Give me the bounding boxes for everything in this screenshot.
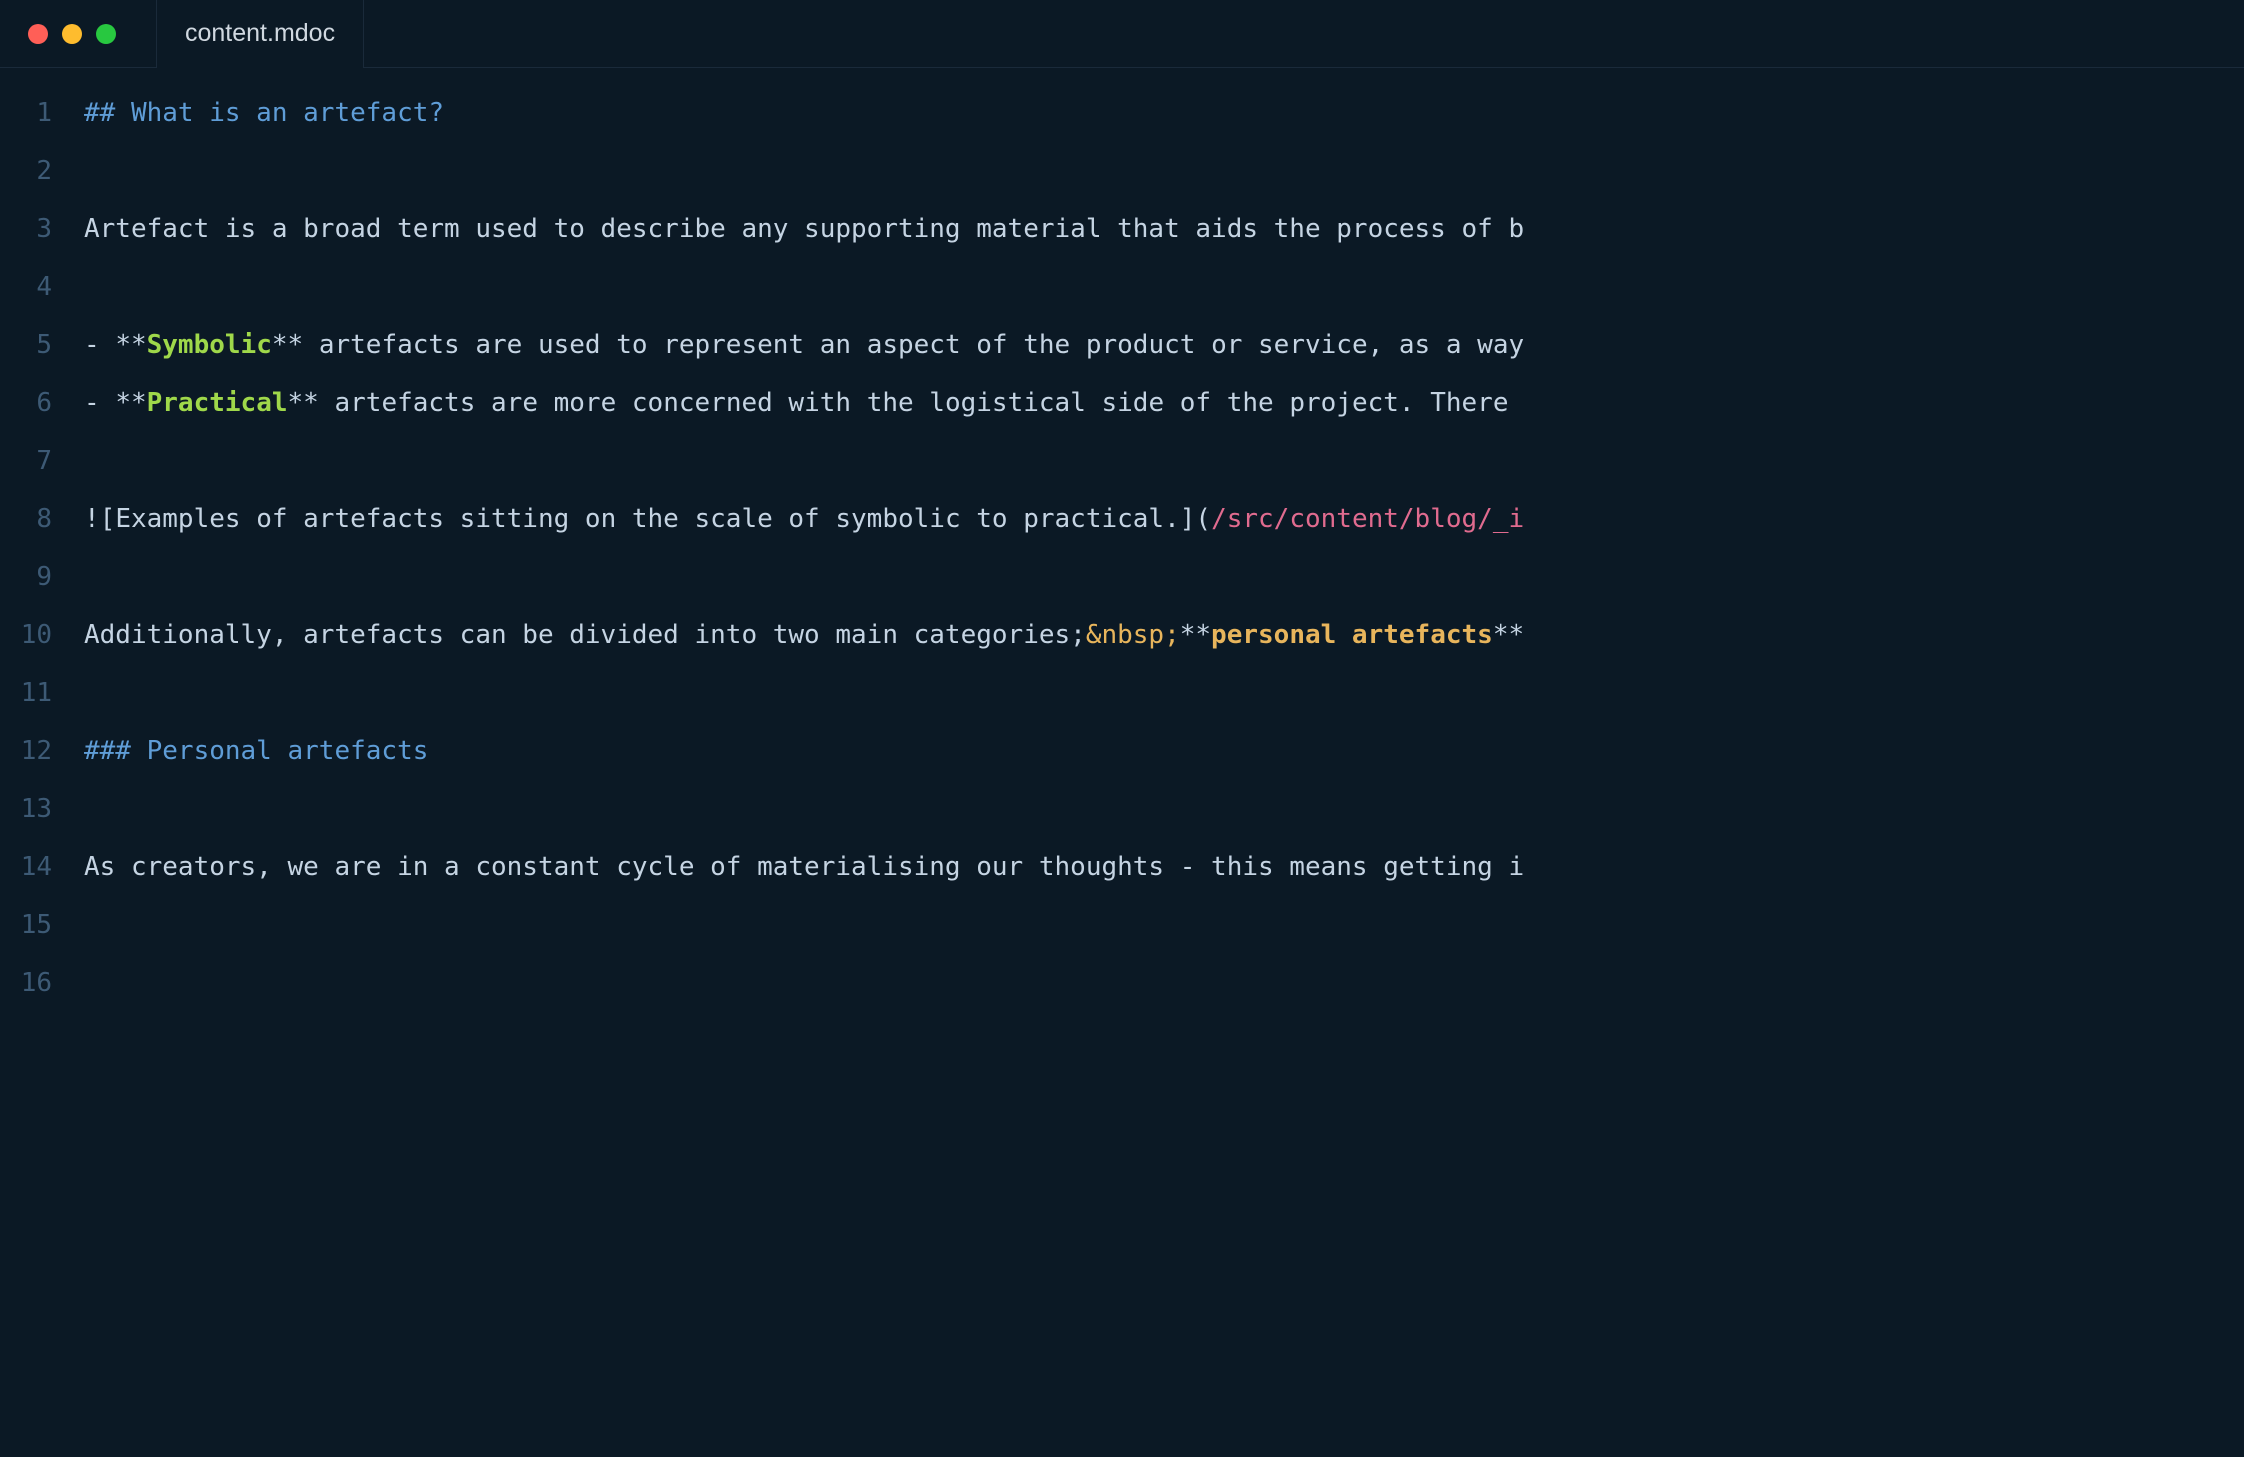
code-line[interactable]: [84, 432, 2244, 490]
code-token: -: [84, 330, 115, 360]
line-number: 10: [0, 606, 52, 664]
code-token: ](: [1180, 504, 1211, 534]
line-number: 3: [0, 200, 52, 258]
line-number-gutter: 12345678910111213141516: [0, 84, 72, 1457]
line-number: 15: [0, 896, 52, 954]
code-line[interactable]: ![Examples of artefacts sitting on the s…: [84, 490, 2244, 548]
code-token: **: [115, 388, 146, 418]
code-token: Practical: [147, 388, 288, 418]
line-number: 8: [0, 490, 52, 548]
line-number: 14: [0, 838, 52, 896]
code-token: /src/content/blog/_i: [1211, 504, 1524, 534]
code-line[interactable]: [84, 954, 2244, 1012]
code-token: **: [115, 330, 146, 360]
code-token: **: [1493, 620, 1524, 650]
window-controls: [0, 24, 116, 44]
code-line[interactable]: [84, 258, 2244, 316]
code-token: **: [272, 330, 303, 360]
code-content[interactable]: ## What is an artefact? Artefact is a br…: [72, 84, 2244, 1457]
code-line[interactable]: Additionally, artefacts can be divided i…: [84, 606, 2244, 664]
code-token: personal artefacts: [1211, 620, 1493, 650]
line-number: 13: [0, 780, 52, 838]
minimize-window-button[interactable]: [62, 24, 82, 44]
line-number: 11: [0, 664, 52, 722]
code-token: ![: [84, 504, 115, 534]
code-token: Examples of artefacts sitting on the sca…: [115, 504, 1179, 534]
code-token: Additionally, artefacts can be divided i…: [84, 620, 1086, 650]
tab-content-mdoc[interactable]: content.mdoc: [156, 0, 364, 68]
code-line[interactable]: Artefact is a broad term used to describ…: [84, 200, 2244, 258]
code-token: Symbolic: [147, 330, 272, 360]
code-token: artefacts are used to represent an aspec…: [303, 330, 1524, 360]
line-number: 2: [0, 142, 52, 200]
line-number: 1: [0, 84, 52, 142]
maximize-window-button[interactable]: [96, 24, 116, 44]
line-number: 16: [0, 954, 52, 1012]
titlebar: content.mdoc: [0, 0, 2244, 68]
line-number: 6: [0, 374, 52, 432]
line-number: 12: [0, 722, 52, 780]
code-line[interactable]: [84, 664, 2244, 722]
code-token: -: [84, 388, 115, 418]
code-line[interactable]: [84, 548, 2244, 606]
code-line[interactable]: ## What is an artefact?: [84, 84, 2244, 142]
code-line[interactable]: - **Symbolic** artefacts are used to rep…: [84, 316, 2244, 374]
line-number: 5: [0, 316, 52, 374]
code-token: &nbsp;: [1086, 620, 1180, 650]
code-token: **: [288, 388, 319, 418]
code-token: As creators, we are in a constant cycle …: [84, 852, 1524, 882]
line-number: 4: [0, 258, 52, 316]
editor-window: content.mdoc 12345678910111213141516 ## …: [0, 0, 2244, 1457]
code-token: **: [1180, 620, 1211, 650]
code-line[interactable]: [84, 896, 2244, 954]
code-token: Artefact is a broad term used to describ…: [84, 214, 1524, 244]
code-line[interactable]: [84, 780, 2244, 838]
code-token: ## What is an artefact?: [84, 98, 444, 128]
code-line[interactable]: As creators, we are in a constant cycle …: [84, 838, 2244, 896]
code-line[interactable]: [84, 142, 2244, 200]
code-line[interactable]: ### Personal artefacts: [84, 722, 2244, 780]
code-token: ### Personal artefacts: [84, 736, 428, 766]
tab-label: content.mdoc: [185, 19, 335, 48]
line-number: 9: [0, 548, 52, 606]
close-window-button[interactable]: [28, 24, 48, 44]
editor-area[interactable]: 12345678910111213141516 ## What is an ar…: [0, 68, 2244, 1457]
line-number: 7: [0, 432, 52, 490]
code-token: artefacts are more concerned with the lo…: [319, 388, 1524, 418]
code-line[interactable]: - **Practical** artefacts are more conce…: [84, 374, 2244, 432]
